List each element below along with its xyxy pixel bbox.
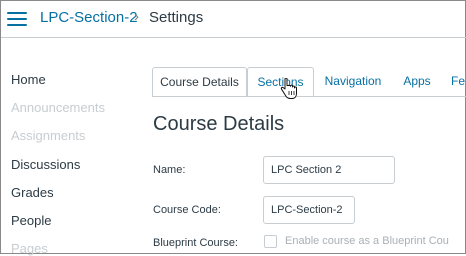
- page-title: Course Details: [153, 113, 285, 135]
- sidebar-item-announcements[interactable]: Announcements: [11, 100, 105, 115]
- tab-course-details[interactable]: Course Details: [152, 67, 247, 96]
- tab-feature-options[interactable]: Fe: [451, 67, 466, 96]
- sidebar-item-home[interactable]: Home: [11, 72, 46, 87]
- tab-navigation[interactable]: Navigation: [317, 67, 389, 96]
- sidebar-item-grades[interactable]: Grades: [11, 185, 54, 200]
- hand-pointer-cursor-icon: [280, 78, 297, 99]
- settings-tabs: Course Details Sections Navigation Apps …: [152, 66, 466, 97]
- breadcrumb-current: Settings: [149, 9, 204, 26]
- blueprint-course-label: Blueprint Course:: [153, 237, 238, 249]
- breadcrumb-separator-icon: ›: [134, 8, 139, 25]
- top-header: LPC-Section-2 › Settings: [1, 1, 466, 38]
- tab-apps[interactable]: Apps: [393, 67, 441, 96]
- course-code-field[interactable]: LPC-Section-2: [263, 196, 355, 224]
- blueprint-checkbox[interactable]: [264, 235, 277, 248]
- breadcrumb-course-link[interactable]: LPC-Section-2: [40, 9, 138, 26]
- sidebar-item-assignments[interactable]: Assignments: [11, 128, 85, 143]
- name-label: Name:: [153, 164, 186, 176]
- hamburger-menu-icon[interactable]: [7, 9, 29, 27]
- blueprint-checkbox-label: Enable course as a Blueprint Cou: [285, 235, 449, 247]
- sidebar-item-people[interactable]: People: [11, 213, 51, 228]
- sidebar-item-discussions[interactable]: Discussions: [11, 157, 80, 172]
- course-name-field[interactable]: LPC Section 2: [263, 156, 395, 184]
- course-code-label: Course Code:: [153, 204, 221, 216]
